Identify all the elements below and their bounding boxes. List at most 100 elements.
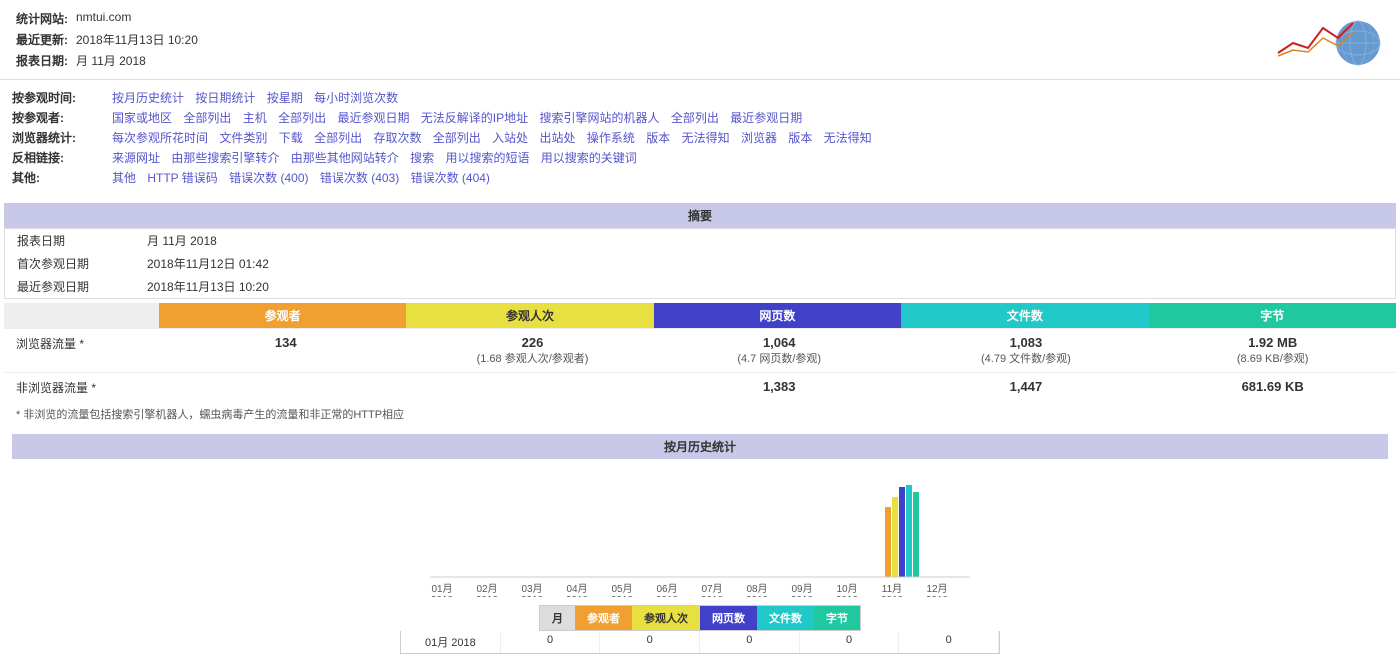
- svg-text:2018: 2018: [476, 595, 499, 597]
- visitors-links: 国家或地区 全部列出 主机 全部列出 最近参观日期 无法反解译的IP地址 搜索引…: [112, 109, 1388, 126]
- nav-link-search-phrase[interactable]: 用以搜索的短语: [445, 151, 529, 165]
- browser-pages-col: 1,064 (4.7 网页数/参观): [656, 329, 903, 372]
- nav-link-all4[interactable]: 全部列出: [314, 131, 362, 145]
- nav-link-other-sites-ref[interactable]: 由那些其他网站转介: [291, 151, 399, 165]
- other-label: 其他:: [12, 169, 112, 186]
- nav-link-other[interactable]: 其他: [112, 171, 136, 185]
- nav-link-error-404[interactable]: 错误次数 (404): [411, 171, 490, 185]
- summary-section: 摘要 报表日期 月 11月 2018 首次参观日期 2018年11月12日 01…: [4, 203, 1396, 426]
- browser-files: 1,083: [911, 335, 1142, 350]
- nav-link-recent-date[interactable]: 最近参观日期: [730, 111, 802, 125]
- nav-link-entry[interactable]: 入站处: [492, 131, 528, 145]
- nav-link-all1[interactable]: 全部列出: [183, 111, 231, 125]
- nonbrowser-label: 非浏览器流量 *: [16, 381, 96, 395]
- report-date-value: 月 11月 2018: [72, 50, 202, 71]
- nav-link-visit-duration[interactable]: 每次参观所花时间: [112, 131, 208, 145]
- legend-month: 月: [540, 606, 575, 630]
- nav-link-os[interactable]: 操作系统: [587, 131, 635, 145]
- nav-link-unknown2[interactable]: 无法得知: [824, 131, 872, 145]
- first-visit-row-value: 2018年11月12日 01:42: [135, 252, 1395, 275]
- browser-label: 浏览器统计:: [12, 129, 112, 146]
- header-info: 统计网站: nmtui.com 最近更新: 2018年11月13日 10:20 …: [12, 8, 202, 71]
- nav-link-all3[interactable]: 全部列出: [671, 111, 719, 125]
- nav-link-version[interactable]: 版本: [646, 131, 670, 145]
- browser-visits: 226: [417, 335, 648, 350]
- other-links: 其他 HTTP 错误码 错误次数 (400) 错误次数 (403) 错误次数 (…: [112, 169, 1388, 186]
- browser-bytes-col: 1.92 MB (8.69 KB/参观): [1149, 329, 1396, 372]
- report-date-label: 报表日期:: [12, 50, 72, 71]
- nav-link-search[interactable]: 搜索: [410, 151, 434, 165]
- svg-text:2018: 2018: [836, 595, 859, 597]
- nonbrowser-traffic-row: 非浏览器流量 * 1,383 1,447 681.69 KB: [4, 372, 1396, 402]
- browser-visits-sub: (1.68 参观人次/参观者): [417, 350, 648, 366]
- svg-text:10月: 10月: [836, 583, 857, 595]
- nav-link-robots[interactable]: 搜索引擎网站的机器人: [539, 111, 659, 125]
- svg-text:11月: 11月: [882, 583, 902, 595]
- bottom-pages: 0: [700, 631, 800, 653]
- svg-text:2018: 2018: [566, 595, 589, 597]
- nav-other: 其他: 其他 HTTP 错误码 错误次数 (400) 错误次数 (403) 错误…: [12, 169, 1388, 186]
- nav-link-error-403[interactable]: 错误次数 (403): [320, 171, 399, 185]
- nav-backlinks: 反相链接: 来源网址 由那些搜索引擎转介 由那些其他网站转介 搜索 用以搜索的短…: [12, 149, 1388, 166]
- nonbrowser-pages: 1,383: [664, 379, 895, 394]
- svg-text:04月: 04月: [566, 583, 587, 595]
- legend-visits: 参观人次: [632, 606, 700, 630]
- nav-link-exit[interactable]: 出站处: [540, 131, 576, 145]
- svg-text:2018: 2018: [926, 595, 949, 597]
- nav-link-source-url[interactable]: 来源网址: [112, 151, 160, 165]
- nav-link-host[interactable]: 主机: [243, 111, 267, 125]
- nav-link-search-engine-ref[interactable]: 由那些搜索引擎转介: [171, 151, 279, 165]
- report-date-row-value: 月 11月 2018: [135, 229, 1395, 252]
- col-files-header: 文件数: [901, 303, 1148, 328]
- bottom-data-row: 01月 2018 0 0 0 0 0: [400, 631, 1000, 654]
- nav-link-search-keyword[interactable]: 用以搜索的关键词: [541, 151, 637, 165]
- header: 统计网站: nmtui.com 最近更新: 2018年11月13日 10:20 …: [0, 0, 1400, 80]
- nav-link-country[interactable]: 国家或地区: [112, 111, 172, 125]
- browser-bytes-sub: (8.69 KB/参观): [1157, 350, 1388, 366]
- browser-pages: 1,064: [664, 335, 895, 350]
- legend-pages: 网页数: [700, 606, 757, 630]
- nav-link-version2[interactable]: 版本: [788, 131, 812, 145]
- svg-text:03月: 03月: [521, 583, 542, 595]
- nav-link-access-count[interactable]: 存取次数: [373, 131, 421, 145]
- nav-link-last-visit-date[interactable]: 最近参观日期: [337, 111, 409, 125]
- bottom-month: 01月 2018: [401, 631, 501, 653]
- nav-link-all5[interactable]: 全部列出: [433, 131, 481, 145]
- browser-visitors-col: 134: [162, 329, 409, 372]
- last-update-value: 2018年11月13日 10:20: [72, 29, 202, 50]
- nav-link-error-400[interactable]: 错误次数 (400): [229, 171, 308, 185]
- svg-text:08月: 08月: [746, 583, 767, 595]
- nav-link-unknown1[interactable]: 无法得知: [682, 131, 730, 145]
- nav-link-daily-stats[interactable]: 按日期统计: [195, 91, 255, 105]
- nav-link-monthly-history[interactable]: 按月历史统计: [112, 91, 184, 105]
- svg-text:06月: 06月: [656, 583, 677, 595]
- nav-visitors: 按参观者: 国家或地区 全部列出 主机 全部列出 最近参观日期 无法反解译的IP…: [12, 109, 1388, 126]
- summary-note: * 非浏览的流量包括搜索引擎机器人，蠕虫病毒产生的流量和非正常的HTTP相应: [4, 402, 1396, 426]
- bar-chart: 01月 2018 02月 2018 03月 2018 04月 2018 05月 …: [430, 477, 970, 597]
- browser-visitors: 134: [170, 335, 401, 350]
- bottom-visitors: 0: [501, 631, 601, 653]
- nonbrowser-bytes-col: 681.69 KB: [1149, 373, 1396, 402]
- summary-title: 摘要: [4, 203, 1396, 228]
- nav-link-download[interactable]: 下载: [279, 131, 303, 145]
- backlinks-links: 来源网址 由那些搜索引擎转介 由那些其他网站转介 搜索 用以搜索的短语 用以搜索…: [112, 149, 1388, 166]
- nav-link-weekly[interactable]: 按星期: [267, 91, 303, 105]
- svg-text:12月: 12月: [926, 583, 947, 595]
- svg-text:2018: 2018: [701, 595, 724, 597]
- nav-link-browser[interactable]: 浏览器: [741, 131, 777, 145]
- browser-pages-sub: (4.7 网页数/参观): [664, 350, 895, 366]
- last-visit-row-label: 最近参观日期: [5, 275, 135, 298]
- nav-link-hourly[interactable]: 每小时浏览次数: [314, 91, 398, 105]
- browser-label: 浏览器流量 *: [16, 337, 84, 351]
- nonbrowser-visitors-col: [162, 373, 409, 402]
- nav-link-http-error[interactable]: HTTP 错误码: [147, 171, 217, 185]
- nav-link-unresolved-ip[interactable]: 无法反解译的IP地址: [421, 111, 528, 125]
- nav-link-file-type[interactable]: 文件类别: [219, 131, 267, 145]
- nonbrowser-bytes: 681.69 KB: [1157, 379, 1388, 394]
- col-visits-header: 参观人次: [406, 303, 653, 328]
- last-update-label: 最近更新:: [12, 29, 72, 50]
- visitors-label: 按参观者:: [12, 109, 112, 126]
- svg-text:05月: 05月: [611, 583, 632, 595]
- nav-link-all2[interactable]: 全部列出: [278, 111, 326, 125]
- svg-text:02月: 02月: [476, 583, 497, 595]
